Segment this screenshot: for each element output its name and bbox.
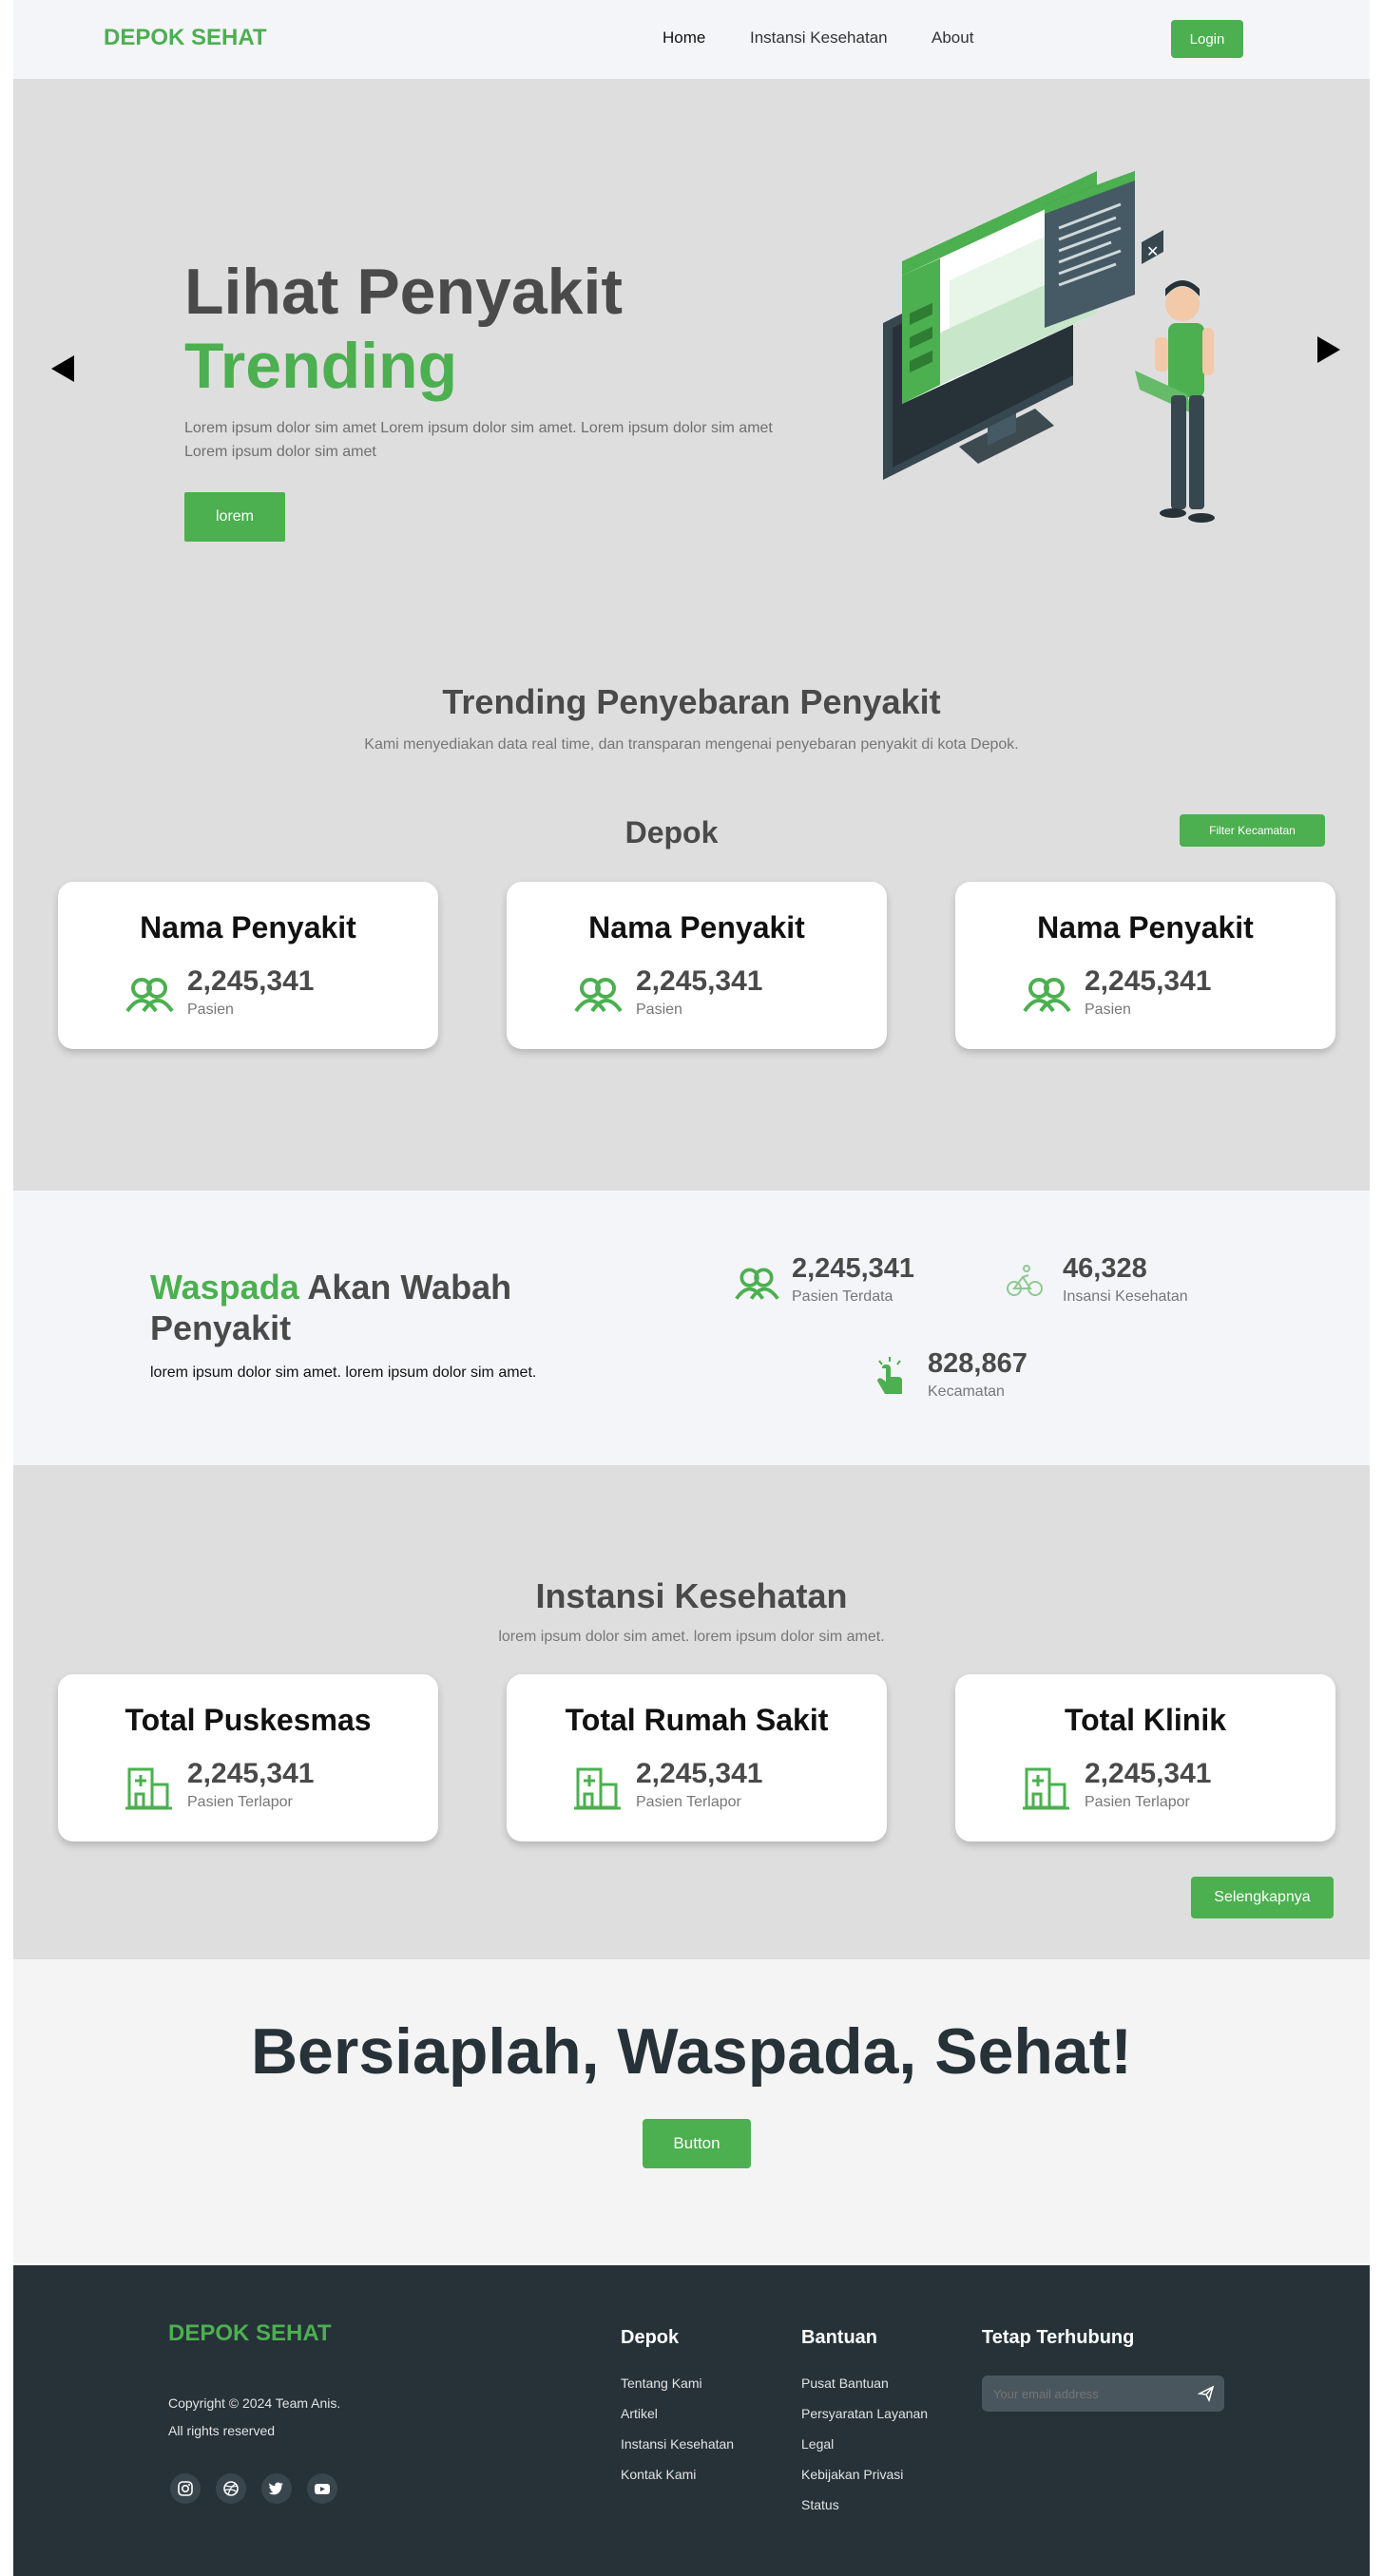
instansi-card-title: Total Puskesmas bbox=[125, 1703, 372, 1737]
instansi-card-label: Pasien Terlapor bbox=[187, 1794, 293, 1810]
instansi-card-label: Pasien Terlapor bbox=[636, 1794, 741, 1810]
footer-link[interactable]: Persyaratan Layanan bbox=[801, 2406, 928, 2421]
hospital-icon bbox=[1023, 1767, 1069, 1810]
disease-card-value: 2,245,341 bbox=[187, 965, 315, 997]
prev-arrow-icon[interactable] bbox=[51, 355, 74, 382]
email-input[interactable] bbox=[982, 2376, 1186, 2412]
logo[interactable]: DEPOK SEHAT bbox=[104, 25, 267, 51]
instansi-card-value: 2,245,341 bbox=[636, 1758, 763, 1789]
instansi-card-title: Total Klinik bbox=[1064, 1703, 1227, 1737]
disease-card-title: Nama Penyakit bbox=[588, 910, 805, 945]
footer-col-connect-title: Tetap Terhubung bbox=[982, 2327, 1135, 2348]
dribbble-icon[interactable] bbox=[216, 2473, 246, 2504]
hero-title: Lihat Penyakit Trending bbox=[184, 255, 623, 403]
waspada-section: Waspada Akan Wabah Penyakit lorem ipsum … bbox=[13, 1191, 1370, 1465]
nav-link-instansi[interactable]: Instansi Kesehatan bbox=[750, 29, 888, 48]
stat-label: Insansi Kesehatan bbox=[1063, 1288, 1188, 1305]
disease-card-value: 2,245,341 bbox=[636, 965, 763, 997]
disease-card[interactable]: Nama Penyakit 2,245,341 Pasien bbox=[58, 882, 438, 1049]
instansi-subtitle: lorem ipsum dolor sim amet. lorem ipsum … bbox=[498, 1629, 885, 1645]
disease-card-label: Pasien bbox=[187, 1002, 234, 1018]
waspada-title: Waspada Akan Wabah Penyakit bbox=[150, 1267, 511, 1348]
footer-copyright: Copyright © 2024 Team Anis. bbox=[168, 2395, 341, 2411]
instansi-card[interactable]: Total Puskesmas 2,245,341 Pasien Terlapo… bbox=[58, 1674, 438, 1841]
users-icon bbox=[735, 1268, 779, 1300]
svg-text:✕: ✕ bbox=[1146, 242, 1159, 260]
filter-kecamatan-button[interactable]: Filter Kecamatan bbox=[1180, 814, 1325, 847]
instansi-card[interactable]: Total Klinik 2,245,341 Pasien Terlapor bbox=[955, 1674, 1335, 1841]
hero-title-line2: Trending bbox=[184, 330, 458, 402]
cta-title: Bersiaplah, Waspada, Sehat! bbox=[250, 2015, 1133, 2088]
disease-card-label: Pasien bbox=[636, 1002, 682, 1018]
waspada-description: lorem ipsum dolor sim amet. lorem ipsum … bbox=[150, 1364, 537, 1381]
footer-rights: All rights reserved bbox=[168, 2423, 276, 2438]
stat-label: Kecamatan bbox=[928, 1383, 1005, 1400]
trending-subtitle: Kami menyediakan data real time, dan tra… bbox=[364, 736, 1019, 753]
footer: DEPOK SEHAT Copyright © 2024 Team Anis. … bbox=[13, 2265, 1370, 2576]
hero-title-line1: Lihat Penyakit bbox=[184, 256, 624, 328]
bicycle-icon bbox=[1007, 1265, 1043, 1296]
hero-lorem-button[interactable]: lorem bbox=[184, 492, 285, 542]
instagram-icon[interactable] bbox=[170, 2473, 201, 2504]
nav-link-home[interactable]: Home bbox=[663, 29, 705, 48]
disease-card[interactable]: Nama Penyakit 2,245,341 Pasien bbox=[955, 882, 1335, 1049]
footer-link[interactable]: Kebijakan Privasi bbox=[801, 2467, 903, 2482]
nav-link-about[interactable]: About bbox=[932, 29, 973, 48]
hand-click-icon bbox=[877, 1357, 902, 1394]
disease-card-value: 2,245,341 bbox=[1085, 965, 1212, 997]
hero-description: Lorem ipsum dolor sim amet Lorem ipsum d… bbox=[184, 420, 773, 460]
footer-col-bantuan-title: Bantuan bbox=[801, 2327, 877, 2348]
cta-section: Bersiaplah, Waspada, Sehat! Button bbox=[13, 1959, 1370, 2263]
footer-link[interactable]: Kontak Kami bbox=[621, 2467, 696, 2482]
hospital-icon bbox=[574, 1767, 621, 1810]
next-arrow-icon[interactable] bbox=[1317, 336, 1340, 363]
selengkapnya-button[interactable]: Selengkapnya bbox=[1191, 1877, 1334, 1918]
hospital-icon bbox=[125, 1767, 172, 1810]
twitter-icon[interactable] bbox=[261, 2473, 292, 2504]
instansi-card-value: 2,245,341 bbox=[187, 1758, 315, 1789]
stat-label: Pasien Terdata bbox=[792, 1288, 893, 1305]
cta-button[interactable]: Button bbox=[643, 2119, 751, 2168]
instansi-title: Instansi Kesehatan bbox=[535, 1576, 848, 1615]
footer-col-depok-title: Depok bbox=[621, 2327, 680, 2348]
footer-link[interactable]: Pusat Bantuan bbox=[801, 2376, 889, 2391]
disease-card-title: Nama Penyakit bbox=[140, 910, 356, 945]
stat-value: 46,328 bbox=[1063, 1253, 1147, 1284]
hero-section: Lihat Penyakit Trending Lorem ipsum dolo… bbox=[13, 79, 1370, 1191]
send-icon[interactable] bbox=[1198, 2385, 1215, 2402]
region-title: Depok bbox=[624, 815, 719, 849]
users-icon bbox=[125, 978, 174, 1013]
footer-link[interactable]: Legal bbox=[801, 2436, 834, 2452]
footer-link[interactable]: Artikel bbox=[621, 2406, 658, 2421]
stat-value: 828,867 bbox=[928, 1348, 1028, 1379]
disease-card[interactable]: Nama Penyakit 2,245,341 Pasien bbox=[507, 882, 887, 1049]
trending-title: Trending Penyebaran Penyakit bbox=[442, 682, 941, 721]
footer-logo[interactable]: DEPOK SEHAT bbox=[168, 2320, 332, 2347]
instansi-card-value: 2,245,341 bbox=[1085, 1758, 1212, 1789]
hero-illustration: ✕ bbox=[883, 171, 1215, 523]
waspada-title-line2: Penyakit bbox=[150, 1308, 292, 1347]
youtube-icon[interactable] bbox=[307, 2473, 337, 2504]
users-icon bbox=[574, 978, 623, 1013]
instansi-card-title: Total Rumah Sakit bbox=[565, 1703, 829, 1737]
footer-link[interactable]: Status bbox=[801, 2497, 839, 2512]
users-icon bbox=[1023, 978, 1071, 1013]
footer-link[interactable]: Instansi Kesehatan bbox=[621, 2436, 734, 2452]
disease-card-title: Nama Penyakit bbox=[1037, 910, 1254, 945]
footer-link[interactable]: Tentang Kami bbox=[621, 2376, 702, 2391]
instansi-section: Instansi Kesehatan lorem ipsum dolor sim… bbox=[13, 1465, 1370, 1959]
login-button[interactable]: Login bbox=[1171, 20, 1243, 58]
stat-value: 2,245,341 bbox=[792, 1253, 915, 1284]
instansi-card-label: Pasien Terlapor bbox=[1085, 1794, 1190, 1810]
instansi-card[interactable]: Total Rumah Sakit 2,245,341 Pasien Terla… bbox=[507, 1674, 887, 1841]
page: DEPOK SEHAT Home Instansi Kesehatan Abou… bbox=[13, 0, 1370, 2576]
waspada-title-rest: Akan Wabah bbox=[298, 1268, 512, 1307]
newsletter-form bbox=[982, 2376, 1224, 2412]
disease-card-label: Pasien bbox=[1085, 1002, 1131, 1018]
navbar: DEPOK SEHAT Home Instansi Kesehatan Abou… bbox=[13, 0, 1370, 79]
waspada-highlight: Waspada bbox=[150, 1268, 299, 1307]
